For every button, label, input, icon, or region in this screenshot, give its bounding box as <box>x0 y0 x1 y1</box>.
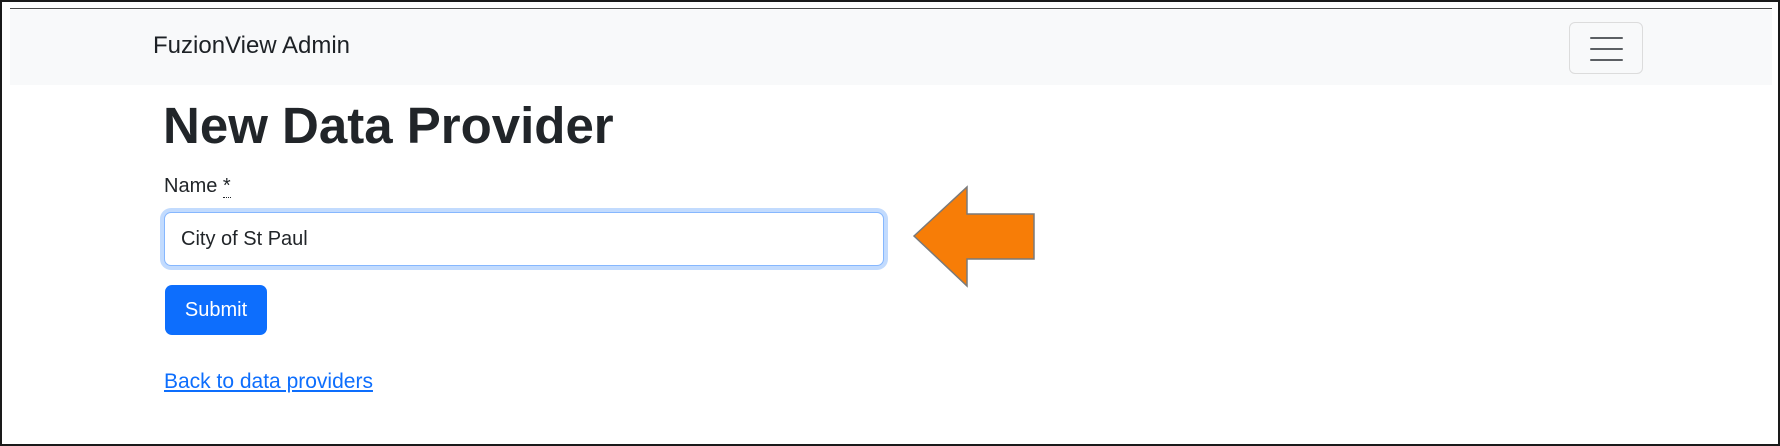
navbar: FuzionView Admin <box>10 10 1772 85</box>
screenshot-frame: FuzionView Admin New Data Provider Name … <box>0 0 1780 446</box>
window-top-border <box>10 8 1772 9</box>
pointing-arrow-icon <box>912 185 1035 288</box>
name-input[interactable] <box>164 212 884 266</box>
submit-button[interactable]: Submit <box>165 285 267 335</box>
navbar-toggle-button[interactable] <box>1569 22 1643 74</box>
required-marker: * <box>222 175 231 198</box>
back-to-data-providers-link[interactable]: Back to data providers <box>164 370 373 394</box>
navbar-brand[interactable]: FuzionView Admin <box>153 32 350 61</box>
name-field-label: Name * <box>164 175 231 198</box>
name-label-text: Name <box>164 175 218 197</box>
page-title: New Data Provider <box>163 97 614 154</box>
